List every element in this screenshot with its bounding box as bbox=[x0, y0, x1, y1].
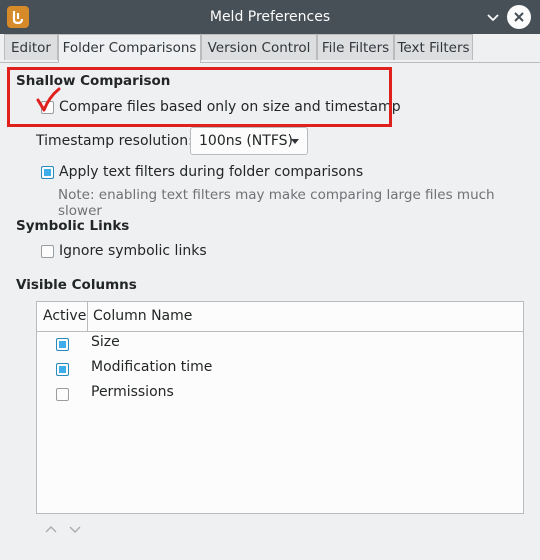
tab-editor[interactable]: Editor bbox=[4, 34, 58, 60]
apply-text-filters-label[interactable]: Apply text filters during folder compari… bbox=[59, 164, 363, 180]
apply-text-filters-checkbox[interactable] bbox=[41, 166, 54, 179]
title-bar: Meld Preferences bbox=[0, 0, 540, 34]
timestamp-resolution-value: 100ns (NTFS) bbox=[199, 133, 293, 149]
column-order-buttons bbox=[44, 521, 84, 537]
move-up-icon[interactable] bbox=[45, 526, 57, 533]
row-active-checkbox[interactable] bbox=[56, 338, 69, 351]
row-name: Size bbox=[91, 334, 120, 350]
row-name: Modification time bbox=[91, 359, 213, 375]
row-name: Permissions bbox=[91, 384, 174, 400]
row-active-checkbox[interactable] bbox=[56, 363, 69, 376]
visible-columns-heading: Visible Columns bbox=[16, 277, 137, 293]
annotation-highlight-box bbox=[7, 67, 392, 127]
ignore-symlinks-label[interactable]: Ignore symbolic links bbox=[59, 243, 207, 259]
minimize-icon[interactable] bbox=[482, 6, 504, 28]
table-row[interactable]: Size bbox=[37, 332, 523, 357]
table-row[interactable]: Modification time bbox=[37, 357, 523, 382]
row-active-checkbox[interactable] bbox=[56, 388, 69, 401]
header-column-name[interactable]: Column Name bbox=[93, 302, 192, 331]
tab-bar: Editor Folder Comparisons Version Contro… bbox=[0, 34, 540, 63]
chevron-down-icon bbox=[291, 139, 299, 144]
timestamp-resolution-label: Timestamp resolution: bbox=[36, 133, 193, 149]
annotation-checkmark-icon bbox=[35, 87, 61, 117]
move-down-icon[interactable] bbox=[69, 526, 81, 533]
tab-file-filters[interactable]: File Filters bbox=[317, 34, 394, 60]
table-header: Active Column Name bbox=[37, 302, 523, 332]
ignore-symlinks-checkbox[interactable] bbox=[41, 245, 54, 258]
tab-version-control[interactable]: Version Control bbox=[201, 34, 317, 60]
text-filters-note: Note: enabling text filters may make com… bbox=[58, 187, 495, 219]
table-row[interactable]: Permissions bbox=[37, 382, 523, 407]
tab-folder-comparisons[interactable]: Folder Comparisons bbox=[58, 34, 201, 63]
header-divider bbox=[87, 302, 88, 331]
close-icon[interactable] bbox=[507, 5, 531, 29]
tab-text-filters[interactable]: Text Filters bbox=[394, 34, 473, 60]
symbolic-links-heading: Symbolic Links bbox=[16, 218, 130, 234]
visible-columns-table: Active Column Name Size Modification tim… bbox=[36, 301, 524, 514]
window-title: Meld Preferences bbox=[209, 9, 331, 25]
timestamp-resolution-select[interactable]: 100ns (NTFS) bbox=[190, 127, 308, 155]
header-active[interactable]: Active bbox=[43, 302, 86, 331]
